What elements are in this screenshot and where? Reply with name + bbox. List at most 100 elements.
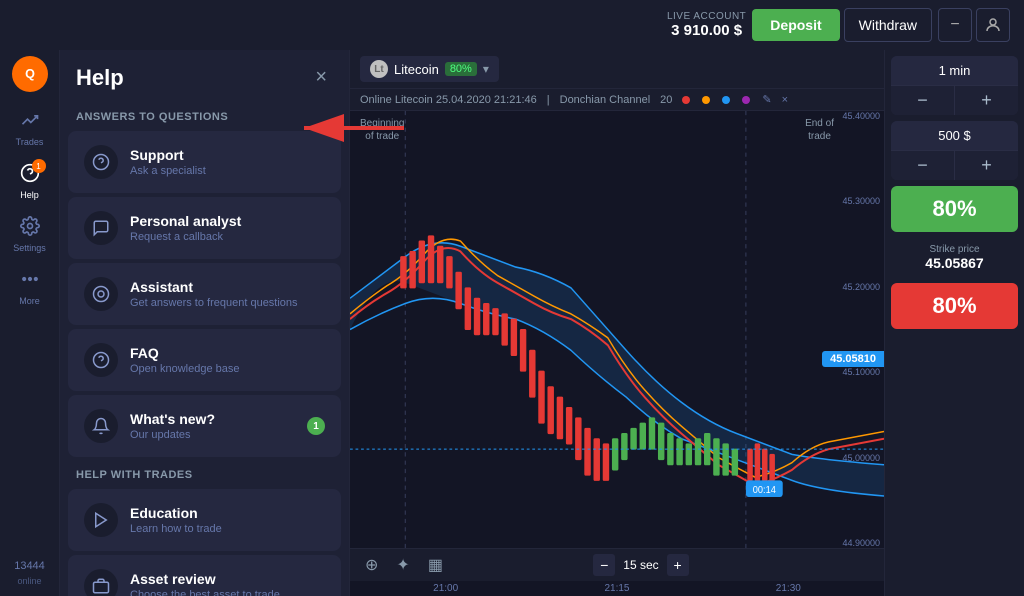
whats-new-name: What's new? bbox=[130, 411, 307, 427]
help-item-education[interactable]: Education Learn how to trade bbox=[68, 489, 341, 551]
help-icon: 1 bbox=[20, 163, 40, 188]
help-badge: 1 bbox=[32, 159, 46, 173]
asset-review-name: Asset review bbox=[130, 571, 325, 587]
help-item-assistant[interactable]: Assistant Get answers to frequent questi… bbox=[68, 263, 341, 325]
time-increase-button[interactable]: + bbox=[667, 554, 689, 576]
amount-increase-btn[interactable]: + bbox=[955, 150, 1018, 180]
time-decrease-button[interactable]: − bbox=[593, 554, 615, 576]
section1-title: Answers to Questions bbox=[60, 101, 349, 129]
asset-percent: 80% bbox=[445, 62, 477, 76]
deposit-button[interactable]: Deposit bbox=[752, 9, 839, 41]
asset-review-icon bbox=[84, 569, 118, 596]
asset-review-desc: Choose the best asset to trade bbox=[130, 589, 325, 596]
strike-value: 45.05867 bbox=[893, 255, 1016, 271]
tool-crosshair[interactable]: ⊕ bbox=[360, 553, 383, 577]
chart-x-labels: 21:00 21:15 21:30 bbox=[350, 581, 884, 596]
chart-toolbar: Lt Litecoin 80% ▾ bbox=[350, 50, 884, 89]
nav-settings-label: Settings bbox=[13, 243, 46, 253]
help-item-personal-analyst[interactable]: Personal analyst Request a callback bbox=[68, 197, 341, 259]
tool-layout[interactable]: ▦ bbox=[423, 553, 448, 577]
help-item-support[interactable]: Support Ask a specialist bbox=[68, 131, 341, 193]
strike-price-box: Strike price 45.05867 bbox=[891, 238, 1018, 277]
support-icon bbox=[84, 145, 118, 179]
dot-red bbox=[682, 96, 690, 104]
time-input-group: 1 min − + bbox=[891, 56, 1018, 115]
online-count: 13444 bbox=[14, 556, 45, 576]
chart-time-selector: − 15 sec + bbox=[593, 554, 688, 576]
trades-icon bbox=[20, 110, 40, 135]
education-name: Education bbox=[130, 505, 325, 521]
help-item-whats-new[interactable]: What's new? Our updates 1 bbox=[68, 395, 341, 457]
help-header: Help × bbox=[60, 50, 349, 101]
faq-name: FAQ bbox=[130, 345, 325, 361]
personal-analyst-name: Personal analyst bbox=[130, 213, 325, 229]
topbar: LIVE ACCOUNT 3 910.00 $ Deposit Withdraw… bbox=[0, 0, 1024, 50]
support-name: Support bbox=[130, 147, 325, 163]
x-label-1: 21:00 bbox=[433, 583, 458, 594]
time-decrease-btn[interactable]: − bbox=[891, 85, 955, 115]
support-desc: Ask a specialist bbox=[130, 165, 325, 177]
help-item-faq[interactable]: FAQ Open knowledge base bbox=[68, 329, 341, 391]
help-item-asset-review[interactable]: Asset review Choose the best asset to tr… bbox=[68, 555, 341, 596]
chart-bottom-bar: ⊕ ✦ ▦ − 15 sec + bbox=[350, 548, 884, 581]
nav-item-help[interactable]: 1 Help bbox=[0, 155, 59, 208]
amount-input-group: 500 $ − + bbox=[891, 121, 1018, 180]
faq-desc: Open knowledge base bbox=[130, 363, 325, 375]
time-interval: 15 sec bbox=[623, 558, 658, 572]
right-panel: 1 min − + 500 $ − + 80% Strike price 45.… bbox=[884, 50, 1024, 596]
time-controls: − + bbox=[891, 85, 1018, 115]
assistant-name: Assistant bbox=[130, 279, 325, 295]
chart-area: Lt Litecoin 80% ▾ Online Litecoin 25.04.… bbox=[350, 50, 884, 596]
whats-new-desc: Our updates bbox=[130, 429, 307, 441]
close-indicator-icon[interactable]: × bbox=[782, 94, 788, 106]
svg-text:Q: Q bbox=[25, 67, 35, 81]
settings-icon bbox=[20, 216, 40, 241]
nav-help-label: Help bbox=[20, 190, 39, 200]
education-desc: Learn how to trade bbox=[130, 523, 325, 535]
dot-purple bbox=[742, 96, 750, 104]
more-icon bbox=[20, 269, 40, 294]
online-label: online bbox=[14, 576, 45, 586]
help-title: Help bbox=[76, 65, 124, 91]
user-button[interactable] bbox=[976, 8, 1010, 42]
main-layout: Q Trades 1 Help bbox=[0, 50, 1024, 596]
withdraw-button[interactable]: Withdraw bbox=[844, 8, 932, 42]
edit-indicator-icon[interactable]: ✎ bbox=[762, 93, 771, 106]
minus-button[interactable]: − bbox=[938, 8, 972, 42]
current-price-tag: 45.05810 bbox=[822, 351, 884, 367]
nav-trades-label: Trades bbox=[16, 137, 44, 147]
personal-analyst-icon bbox=[84, 211, 118, 245]
chart-tools: ⊕ ✦ ▦ bbox=[360, 553, 448, 577]
nav-item-settings[interactable]: Settings bbox=[0, 208, 59, 261]
online-section: 13444 online bbox=[14, 556, 45, 596]
account-label: LIVE ACCOUNT bbox=[667, 11, 746, 22]
faq-icon bbox=[84, 343, 118, 377]
strike-label: Strike price bbox=[893, 244, 1016, 255]
nav-item-more[interactable]: More bbox=[0, 261, 59, 314]
time-increase-btn[interactable]: + bbox=[955, 85, 1018, 115]
down-trade-button[interactable]: 80% bbox=[891, 283, 1018, 329]
asset-name: Litecoin bbox=[394, 62, 439, 77]
x-label-3: 21:30 bbox=[776, 583, 801, 594]
asset-selector[interactable]: Lt Litecoin 80% ▾ bbox=[360, 56, 499, 82]
account-value: 3 910.00 $ bbox=[671, 22, 742, 39]
whats-new-badge: 1 bbox=[307, 417, 325, 435]
section2-title: Help with Trades bbox=[60, 459, 349, 487]
chart-svg: 00:14 bbox=[350, 111, 884, 548]
svg-text:00:14: 00:14 bbox=[753, 484, 777, 496]
nav-item-trades[interactable]: Trades bbox=[0, 102, 59, 155]
amount-controls: − + bbox=[891, 150, 1018, 180]
help-close-button[interactable]: × bbox=[309, 64, 333, 91]
tool-draw[interactable]: ✦ bbox=[391, 553, 414, 577]
indicator-label: Online Litecoin 25.04.2020 21:21:46 bbox=[360, 94, 537, 106]
left-nav: Q Trades 1 Help bbox=[0, 50, 60, 596]
litecoin-icon: Lt bbox=[370, 60, 388, 78]
indicator-period: 20 bbox=[660, 94, 672, 106]
up-trade-button[interactable]: 80% bbox=[891, 186, 1018, 232]
assistant-desc: Get answers to frequent questions bbox=[130, 297, 325, 309]
chart-label-end: End oftrade bbox=[805, 117, 834, 143]
x-label-2: 21:15 bbox=[604, 583, 629, 594]
amount-decrease-btn[interactable]: − bbox=[891, 150, 955, 180]
whats-new-icon bbox=[84, 409, 118, 443]
account-info: LIVE ACCOUNT 3 910.00 $ bbox=[667, 11, 746, 39]
